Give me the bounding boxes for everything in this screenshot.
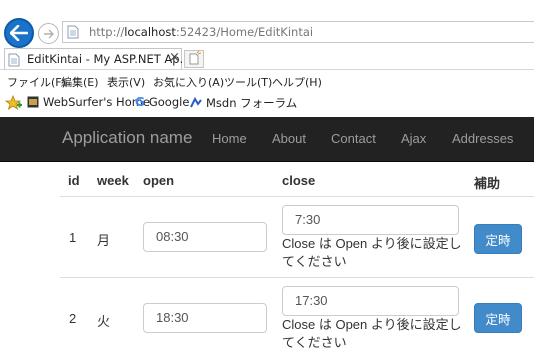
- new-tab-button[interactable]: [184, 50, 204, 68]
- msdn-icon: [190, 97, 202, 108]
- favorite-label: Google: [148, 95, 190, 109]
- menu-bar: ファイル(F) 編集(E) 表示(V) お気に入り(A) ツール(T) ヘルプ(…: [0, 71, 534, 91]
- favorite-msdn[interactable]: Msdn フォーラム: [190, 95, 297, 111]
- header-id: id: [68, 173, 80, 188]
- nav-contact[interactable]: Contact: [331, 131, 376, 146]
- websurfer-icon: [27, 96, 39, 108]
- site-navbar: Application name Home About Contact Ajax…: [0, 117, 534, 162]
- row-divider: [60, 277, 534, 278]
- menu-file[interactable]: ファイル(F): [7, 74, 66, 90]
- row-week: 火: [97, 314, 111, 329]
- page-icon: [67, 25, 79, 39]
- forward-button[interactable]: [38, 23, 59, 44]
- close-input[interactable]: 17:30: [282, 286, 459, 316]
- nav-about[interactable]: About: [272, 131, 306, 146]
- address-row: http://localhost:52423/Home/EditKintai: [0, 18, 534, 52]
- page-icon: [8, 53, 20, 67]
- row-id: 1: [69, 230, 77, 245]
- favorite-google[interactable]: G Google: [135, 95, 189, 109]
- favorite-websurfer[interactable]: WebSurfer's Home: [27, 95, 150, 109]
- back-arrow-icon: [10, 25, 28, 41]
- menu-favorites[interactable]: お気に入り(A): [153, 74, 224, 90]
- header-divider: [60, 196, 534, 197]
- nav-home[interactable]: Home: [212, 131, 247, 146]
- browser-chrome: http://localhost:52423/Home/EditKintai E…: [0, 0, 534, 117]
- tab-editkintai[interactable]: EditKintai - My ASP.NET Ap... ×: [4, 48, 191, 70]
- header-open: open: [143, 173, 175, 188]
- open-input[interactable]: 08:30: [143, 222, 267, 252]
- menu-tools[interactable]: ツール(T): [224, 74, 272, 90]
- header-action: 補助: [474, 176, 501, 191]
- header-week: week: [97, 173, 129, 188]
- validation-error: Close は Open より後に設定してください: [282, 236, 462, 269]
- row-id: 2: [69, 311, 77, 326]
- close-input[interactable]: 7:30: [282, 205, 459, 235]
- url-text: http://localhost:52423/Home/EditKintai: [89, 25, 314, 39]
- address-bar[interactable]: http://localhost:52423/Home/EditKintai: [62, 21, 534, 43]
- favorite-label: WebSurfer's Home: [43, 95, 151, 109]
- validation-error: Close は Open より後に設定してください: [282, 317, 462, 350]
- tab-strip: EditKintai - My ASP.NET Ap... ×: [0, 48, 534, 70]
- open-input[interactable]: 18:30: [143, 303, 267, 333]
- nav-addresses[interactable]: Addresses: [452, 131, 513, 146]
- forward-arrow-icon: [43, 29, 54, 38]
- favorites-bar: WebSurfer's Home G Google Msdn フォーラム: [0, 92, 534, 114]
- brand-link[interactable]: Application name: [62, 128, 192, 148]
- menu-view[interactable]: 表示(V): [107, 74, 145, 90]
- google-icon: G: [135, 95, 145, 109]
- back-button[interactable]: [4, 18, 34, 48]
- favorites-star-icon[interactable]: [5, 95, 23, 111]
- header-close: close: [282, 173, 316, 188]
- tab-divider: [0, 69, 534, 70]
- new-tab-icon: [189, 50, 202, 65]
- tab-title: EditKintai - My ASP.NET Ap...: [27, 52, 191, 66]
- menu-edit[interactable]: 編集(E): [61, 74, 99, 90]
- teiji-button[interactable]: 定時: [474, 303, 522, 333]
- teiji-button[interactable]: 定時: [474, 224, 522, 254]
- close-tab-icon[interactable]: ×: [169, 50, 180, 65]
- row-week: 月: [97, 233, 111, 248]
- favorite-label: Msdn フォーラム: [206, 96, 298, 110]
- nav-ajax[interactable]: Ajax: [401, 131, 426, 146]
- menu-help[interactable]: ヘルプ(H): [272, 74, 322, 90]
